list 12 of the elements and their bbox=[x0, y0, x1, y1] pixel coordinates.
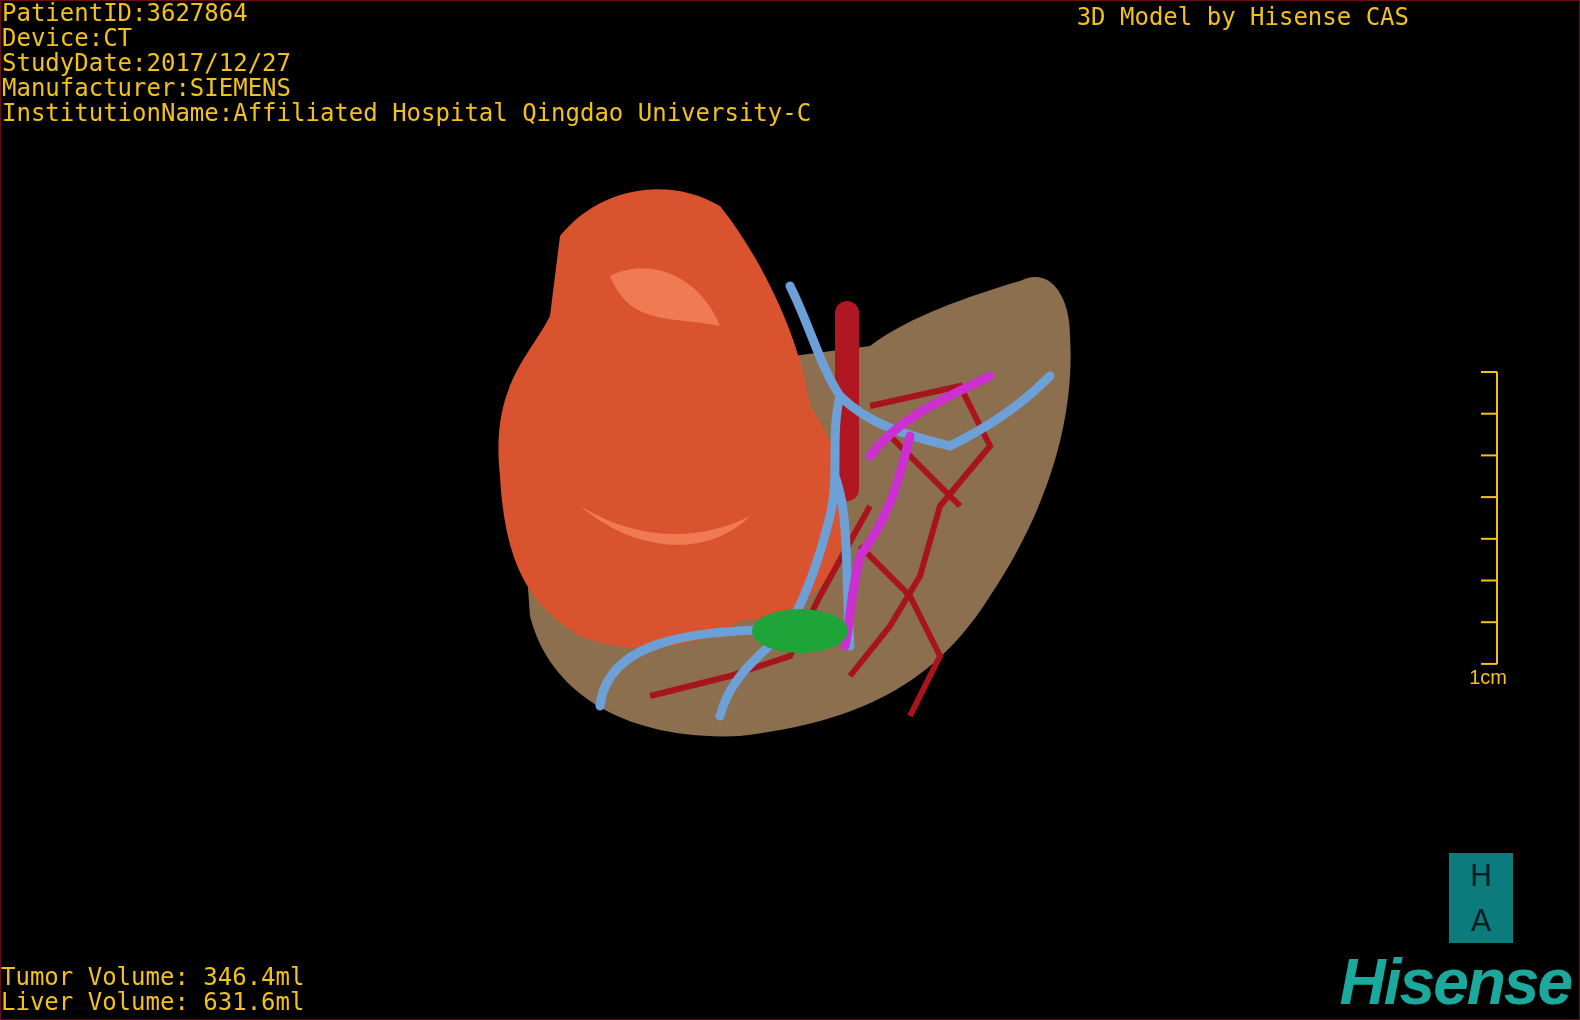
scale-label: 1cm bbox=[1469, 665, 1507, 689]
info-text: Device:CT bbox=[2, 26, 134, 51]
brand-logo: Hisense bbox=[1339, 949, 1573, 1015]
info-text: PatientID:3627864 bbox=[2, 1, 249, 26]
info-text: InstitutionName:Affiliated Hospital Qingdao University-C bbox=[2, 101, 812, 126]
volume-text: Liver Volume: 631.6ml bbox=[1, 990, 305, 1015]
caption-text: 3D Model by Hisense CAS bbox=[1076, 2, 1409, 33]
volume-text: Tumor Volume: 346.4ml bbox=[1, 965, 305, 990]
orientation-letter: A bbox=[1470, 904, 1492, 937]
info-text: Manufacturer:SIEMENS bbox=[2, 76, 292, 101]
info-text: StudyDate:2017/12/27 bbox=[2, 51, 292, 76]
orientation-letter: H bbox=[1469, 859, 1493, 892]
